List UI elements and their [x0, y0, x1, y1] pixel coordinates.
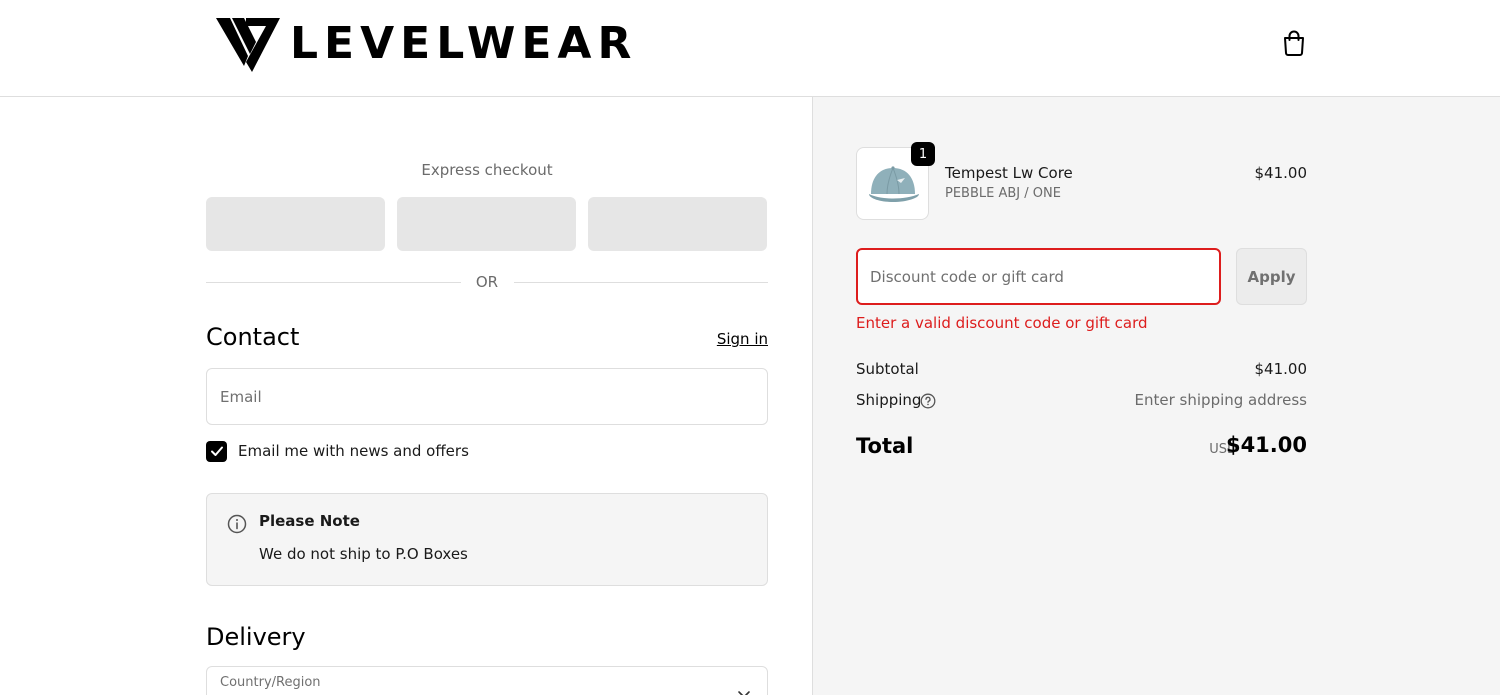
product-price: $41.00: [1254, 164, 1308, 182]
sign-in-link[interactable]: Sign in: [660, 330, 768, 348]
email-field[interactable]: [207, 369, 767, 424]
apply-discount-button[interactable]: Apply: [1236, 248, 1307, 305]
shipping-label: Shipping: [856, 391, 922, 409]
quantity-badge: 1: [911, 142, 935, 166]
express-pay-button-2[interactable]: [397, 197, 576, 251]
header: LEVELWEAR: [0, 0, 1500, 97]
express-checkout-title: Express checkout: [421, 161, 553, 179]
divider-line-right: [514, 282, 768, 283]
chevron-down-icon: [738, 691, 750, 695]
newsletter-option: Email me with news and offers: [206, 440, 469, 462]
notice-title: Please Note: [259, 512, 360, 530]
total-value: $41.00: [1225, 433, 1307, 457]
total-label: Total: [856, 434, 914, 458]
newsletter-label[interactable]: Email me with news and offers: [238, 442, 469, 460]
country-select-label: Country/Region: [220, 675, 321, 690]
subtotal-value: $41.00: [1254, 360, 1308, 378]
notice-body: We do not ship to P.O Boxes: [259, 545, 468, 563]
info-icon: [227, 514, 247, 534]
subtotal-label: Subtotal: [856, 360, 919, 378]
newsletter-checkbox[interactable]: [206, 440, 227, 462]
shipping-notice: Please Note We do not ship to P.O Boxes: [206, 493, 768, 586]
or-divider: OR: [206, 272, 768, 292]
email-field-wrapper: [206, 368, 768, 425]
country-select[interactable]: Country/Region: [206, 666, 768, 695]
shopping-bag-icon[interactable]: [1280, 29, 1308, 57]
shipping-value: Enter shipping address: [1134, 391, 1307, 409]
checkmark-icon: [210, 446, 223, 456]
express-pay-button-1[interactable]: [206, 197, 385, 251]
checkout-main: Express checkout OR Contact Sign in Emai…: [0, 97, 812, 695]
product-variant: PEBBLE ABJ / ONE: [945, 186, 1061, 201]
discount-error-message: Enter a valid discount code or gift card: [856, 314, 1148, 332]
contact-heading: Contact: [206, 323, 300, 351]
delivery-heading: Delivery: [206, 623, 306, 651]
discount-code-input[interactable]: [858, 250, 1219, 303]
levelwear-mark-icon: [216, 18, 280, 72]
brand-logo[interactable]: LEVELWEAR: [216, 16, 637, 72]
help-icon[interactable]: [920, 393, 936, 409]
express-pay-button-3[interactable]: [588, 197, 767, 251]
order-summary: 1 Tempest Lw Core PEBBLE ABJ / ONE $41.0…: [812, 97, 1500, 695]
product-name: Tempest Lw Core: [945, 164, 1073, 182]
brand-name: LEVELWEAR: [290, 18, 638, 69]
discount-field-wrapper: [856, 248, 1221, 305]
